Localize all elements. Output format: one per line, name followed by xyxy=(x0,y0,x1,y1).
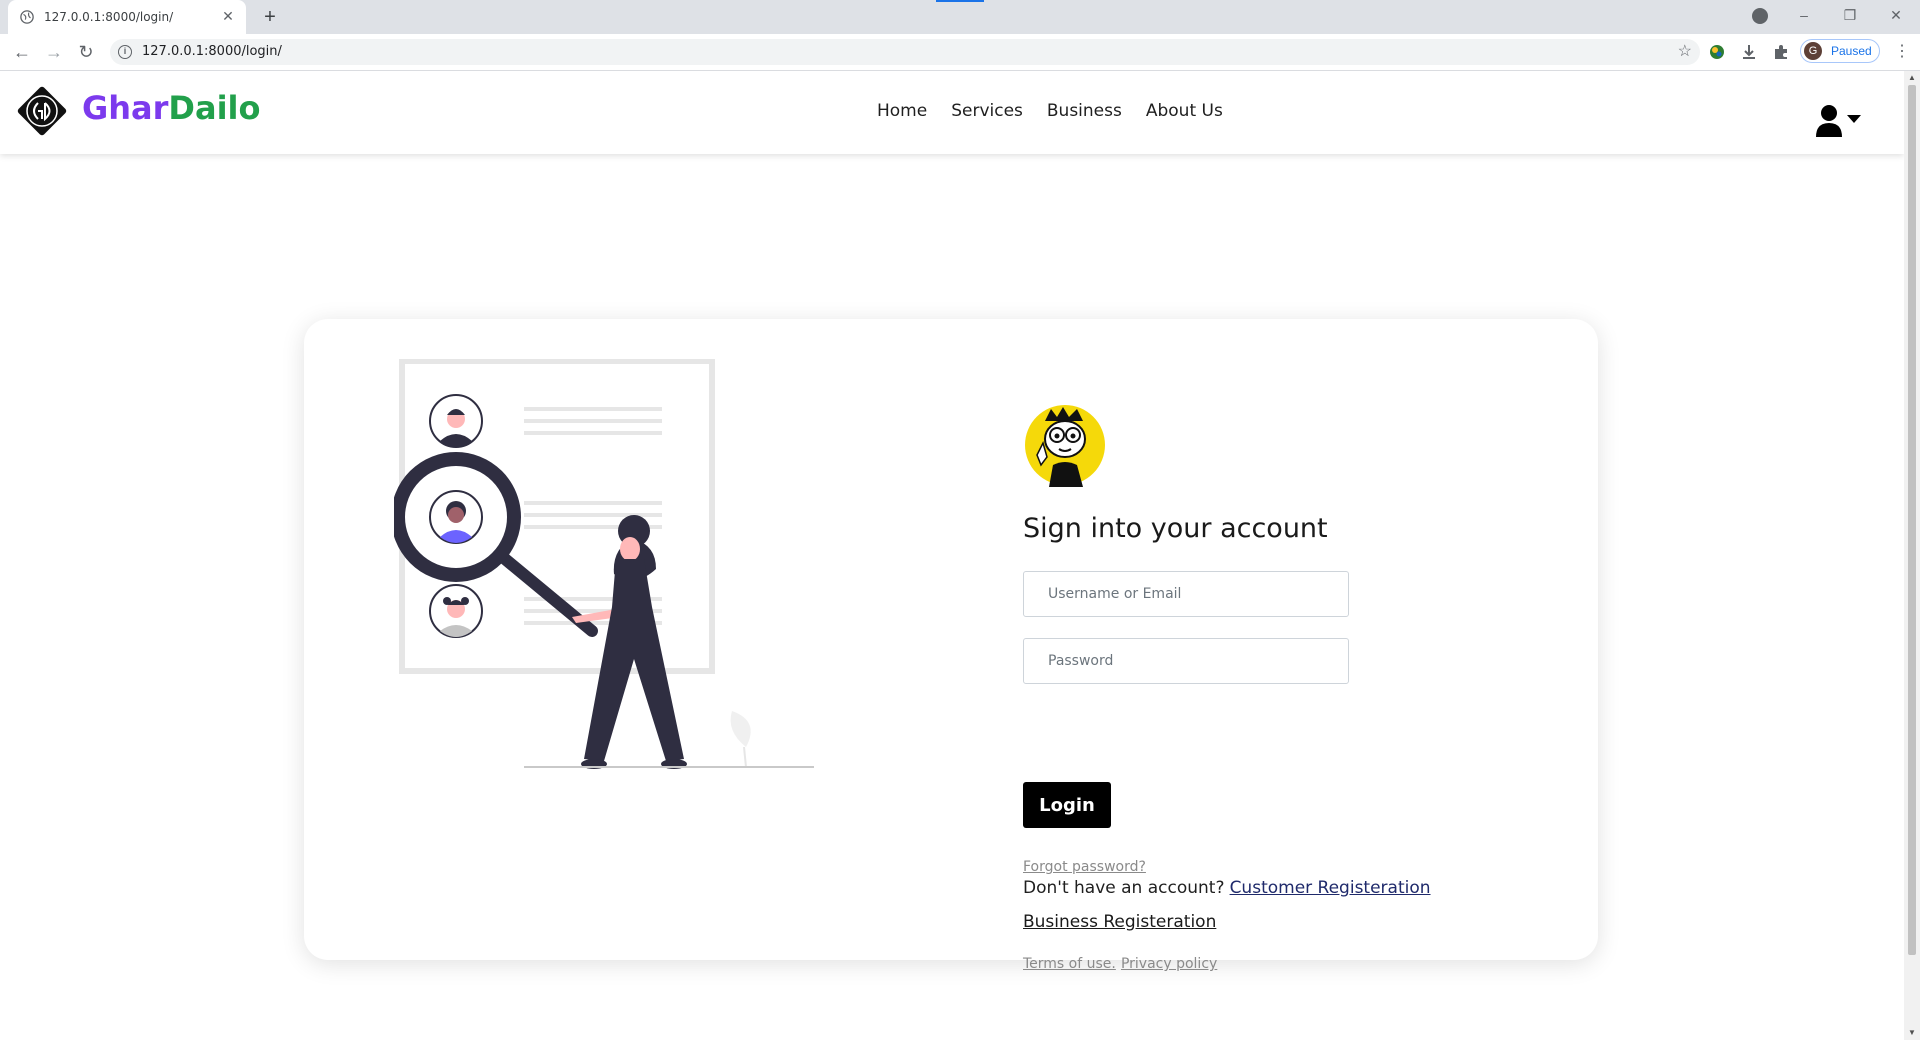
main-nav: Home Services Business About Us xyxy=(877,101,1223,121)
privacy-policy-link[interactable]: Privacy policy xyxy=(1121,956,1217,972)
nav-home[interactable]: Home xyxy=(877,101,927,121)
nav-business[interactable]: Business xyxy=(1047,101,1122,121)
browser-tabstrip: 127.0.0.1:8000/login/ ✕ + – ❐ ✕ xyxy=(0,0,1920,34)
tab-search-icon[interactable] xyxy=(1752,8,1768,24)
download-icon[interactable] xyxy=(1740,43,1758,61)
login-card: Sign into your account Login Forgot pass… xyxy=(304,319,1598,972)
logo-icon[interactable] xyxy=(12,81,72,141)
login-button[interactable]: Login xyxy=(1023,782,1111,828)
brand-name[interactable]: GharDailo xyxy=(82,89,261,127)
forgot-password-link[interactable]: Forgot password? xyxy=(1023,859,1146,875)
login-title: Sign into your account xyxy=(1023,513,1328,544)
password-input[interactable] xyxy=(1023,638,1349,684)
caret-down-icon xyxy=(1847,115,1861,123)
profile-button[interactable]: G Paused xyxy=(1800,39,1880,63)
new-tab-button[interactable]: + xyxy=(258,5,282,29)
terms-of-use-link[interactable]: Terms of use. xyxy=(1023,956,1116,972)
browser-toolbar: ← → ↻ i 127.0.0.1:8000/login/ ☆ G Paused… xyxy=(0,34,1920,71)
page-viewport: GharDailo Home Services Business About U… xyxy=(0,71,1904,1040)
scroll-down-icon[interactable]: ▼ xyxy=(1908,1029,1916,1037)
profile-avatar: G xyxy=(1804,42,1822,60)
extension-globe-icon[interactable] xyxy=(1708,43,1726,61)
username-input[interactable] xyxy=(1023,571,1349,617)
forward-arrow-icon[interactable]: → xyxy=(42,40,66,64)
search-people-illustration xyxy=(394,359,814,769)
nav-about-us[interactable]: About Us xyxy=(1146,101,1223,121)
browser-tab[interactable]: 127.0.0.1:8000/login/ ✕ xyxy=(8,0,246,34)
globe-icon xyxy=(20,10,34,24)
brand-name-part1: Ghar xyxy=(82,89,169,127)
star-icon[interactable]: ☆ xyxy=(1678,41,1692,61)
reload-icon[interactable]: ↻ xyxy=(74,40,98,64)
user-menu-icon[interactable] xyxy=(1815,103,1867,137)
profile-status: Paused xyxy=(1831,44,1872,58)
tab-group-indicator xyxy=(936,0,984,2)
scroll-thumb[interactable] xyxy=(1908,85,1916,955)
close-window-button[interactable]: ✕ xyxy=(1876,0,1916,30)
site-header: GharDailo Home Services Business About U… xyxy=(0,71,1904,154)
brand-name-part2: Dailo xyxy=(168,89,261,127)
address-url[interactable]: 127.0.0.1:8000/login/ xyxy=(142,44,282,59)
restore-button[interactable]: ❐ xyxy=(1830,0,1870,30)
minimize-button[interactable]: – xyxy=(1784,0,1824,30)
nav-services[interactable]: Services xyxy=(951,101,1023,121)
tab-title: 127.0.0.1:8000/login/ xyxy=(44,10,174,24)
browser-menu-icon[interactable]: ⋮ xyxy=(1894,42,1910,62)
scroll-up-icon[interactable]: ▲ xyxy=(1908,74,1916,82)
info-icon[interactable]: i xyxy=(118,45,132,59)
address-bar[interactable]: i 127.0.0.1:8000/login/ ☆ xyxy=(110,39,1700,65)
page-scrollbar[interactable]: ▲ ▼ xyxy=(1904,71,1920,1040)
back-arrow-icon[interactable]: ← xyxy=(10,40,34,64)
no-account-text: Don't have an account? xyxy=(1023,878,1225,898)
close-tab-icon[interactable]: ✕ xyxy=(218,6,238,26)
customer-registration-link[interactable]: Customer Registeration xyxy=(1230,878,1431,898)
mascot-logo xyxy=(1025,405,1105,487)
puzzle-extensions-icon[interactable] xyxy=(1772,43,1790,61)
business-registration-link[interactable]: Business Registeration xyxy=(1023,912,1216,932)
